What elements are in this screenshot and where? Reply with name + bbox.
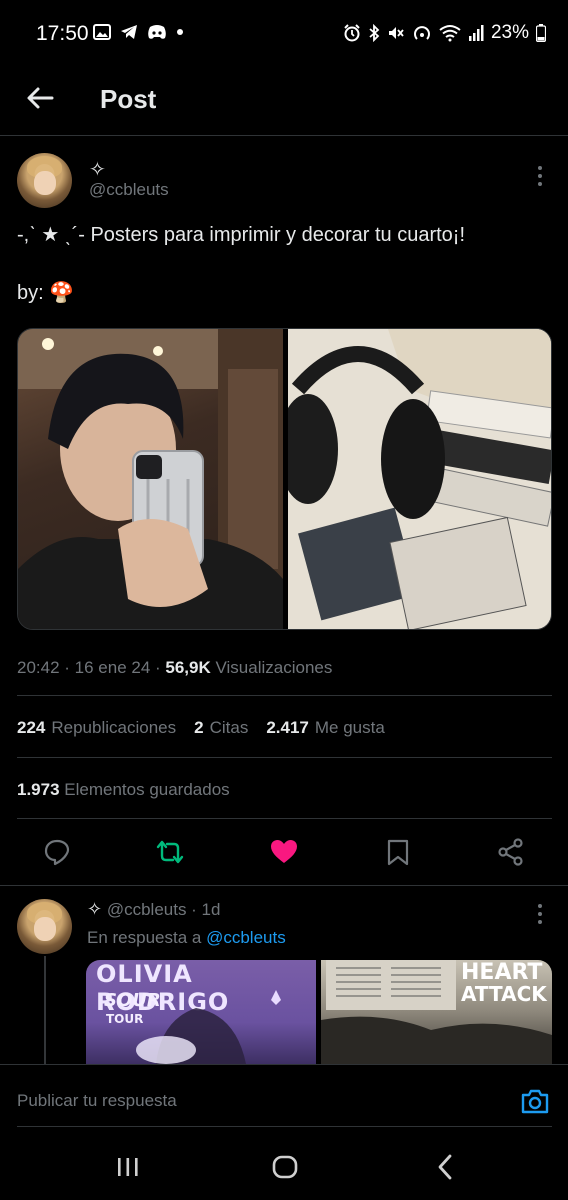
post-timestamp[interactable]: 20:42 · 16 ene 24 · <box>17 658 165 677</box>
status-bar: 17:50 23% <box>0 0 568 70</box>
replying-to: En respuesta a @ccbleuts <box>87 928 286 948</box>
signal-icon <box>468 25 484 41</box>
reposts-label[interactable]: Republicaciones <box>51 718 176 738</box>
home-icon[interactable] <box>270 1152 300 1182</box>
reply-more-options-icon[interactable] <box>530 902 550 926</box>
share-icon[interactable] <box>497 838 525 866</box>
reply-image-poster-sour[interactable]: OLIVIA RODRIGO SOUR TOUR <box>86 960 316 1064</box>
poster-right-title2: ATTACK <box>461 982 547 1006</box>
views-label: Visualizaciones <box>210 658 333 677</box>
author-handle[interactable]: @ccbleuts <box>89 180 169 200</box>
replying-prefix: En respuesta a <box>87 928 207 947</box>
reply-image-poster-heart-attack[interactable]: HEART ATTACK <box>321 960 552 1064</box>
reply-input[interactable]: Publicar tu respuesta <box>17 1091 177 1111</box>
reply-handle[interactable]: @ccbleuts <box>107 900 187 919</box>
post-image-selfie[interactable] <box>18 329 283 629</box>
views-count: 56,9K <box>165 658 211 677</box>
author-avatar[interactable] <box>17 153 72 208</box>
quotes-count[interactable]: 2 <box>194 718 203 738</box>
post-text: -,ˋ ★ ˎ´- Posters para imprimir y decora… <box>17 224 466 246</box>
post-actions <box>0 838 568 868</box>
thread-line <box>44 956 46 1064</box>
divider <box>17 818 552 819</box>
back-arrow-icon[interactable] <box>24 82 56 114</box>
bluetooth-icon <box>369 24 380 42</box>
alarm-icon <box>344 24 360 42</box>
status-time: 17:50 <box>36 22 89 45</box>
bookmarks-stat[interactable]: 1.973 Elementos guardados <box>17 780 230 800</box>
reply-time: · 1d <box>186 900 221 919</box>
likes-label[interactable]: Me gusta <box>315 718 385 738</box>
battery-icon <box>536 24 546 42</box>
battery-percent: 23% <box>490 22 529 43</box>
post-meta: 20:42 · 16 ene 24 · 56,9K Visualizacione… <box>17 658 332 678</box>
post-image-headphones[interactable] <box>278 329 551 629</box>
reply-composer-bar: Publicar tu respuesta <box>0 1064 568 1126</box>
quotes-label[interactable]: Citas <box>210 718 249 738</box>
reply-icon[interactable] <box>43 838 71 866</box>
telegram-icon <box>121 25 137 39</box>
reply-media-grid: OLIVIA RODRIGO SOUR TOUR HEART ATTACK <box>86 960 552 1064</box>
page-title: Post <box>100 84 157 114</box>
system-navigation-bar <box>0 1130 568 1200</box>
recent-apps-icon[interactable] <box>113 1152 143 1182</box>
divider <box>0 885 568 886</box>
post-media-grid <box>17 328 552 630</box>
image-icon <box>93 24 111 40</box>
likes-count[interactable]: 2.417 <box>266 718 309 738</box>
reply-display-name[interactable]: ✧ <box>87 899 102 919</box>
post-credit: by: 🍄 <box>17 282 75 304</box>
bookmarks-count: 1.973 <box>17 780 60 799</box>
repost-icon[interactable] <box>156 838 184 866</box>
reposts-count[interactable]: 224 <box>17 718 45 738</box>
replying-to-link[interactable]: @ccbleuts <box>206 928 286 947</box>
camera-icon[interactable] <box>520 1087 550 1115</box>
discord-icon <box>148 25 166 39</box>
top-app-bar: Post <box>0 70 568 136</box>
reply-header: ✧ @ccbleuts · 1d <box>87 899 220 920</box>
bookmarks-label: Elementos guardados <box>64 780 230 799</box>
dot-icon <box>177 29 183 35</box>
reply-author-avatar[interactable] <box>17 899 72 954</box>
hotspot-icon <box>414 26 430 40</box>
more-options-icon[interactable] <box>530 164 550 188</box>
divider <box>17 695 552 696</box>
reply-input-underline <box>17 1126 552 1127</box>
wifi-icon <box>439 25 461 42</box>
back-icon[interactable] <box>430 1152 460 1182</box>
divider <box>17 757 552 758</box>
mute-icon <box>388 27 404 39</box>
author-display-name[interactable]: ✧ <box>89 157 106 182</box>
post-stats: 224 Republicaciones 2 Citas 2.417 Me gus… <box>17 718 385 738</box>
bookmark-icon[interactable] <box>384 838 412 866</box>
like-filled-icon[interactable] <box>270 838 298 866</box>
